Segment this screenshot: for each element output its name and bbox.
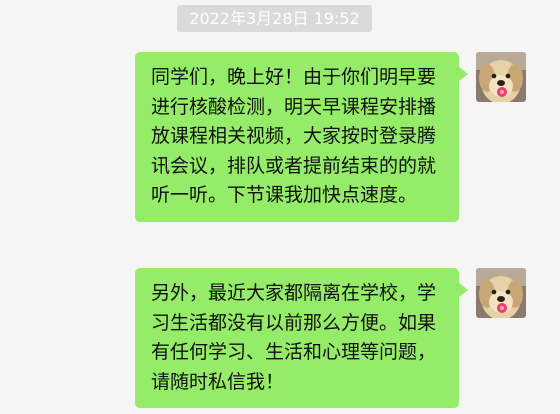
golden-retriever-avatar-icon (476, 52, 526, 102)
message-bubble[interactable]: 另外，最近大家都隔离在学校，学习生活都没有以前那么方便。如果有任何学习、生活和心… (135, 268, 468, 409)
message-bubble[interactable]: 同学们，晚上好！由于你们明早要进行核酸检测，明天早课程安排播放课程相关视频，大家… (135, 52, 468, 222)
message-timestamp: 2022年3月28日 19:52 (177, 5, 372, 32)
golden-retriever-avatar-icon (476, 268, 526, 318)
avatar[interactable] (476, 52, 526, 102)
avatar[interactable] (476, 268, 526, 318)
